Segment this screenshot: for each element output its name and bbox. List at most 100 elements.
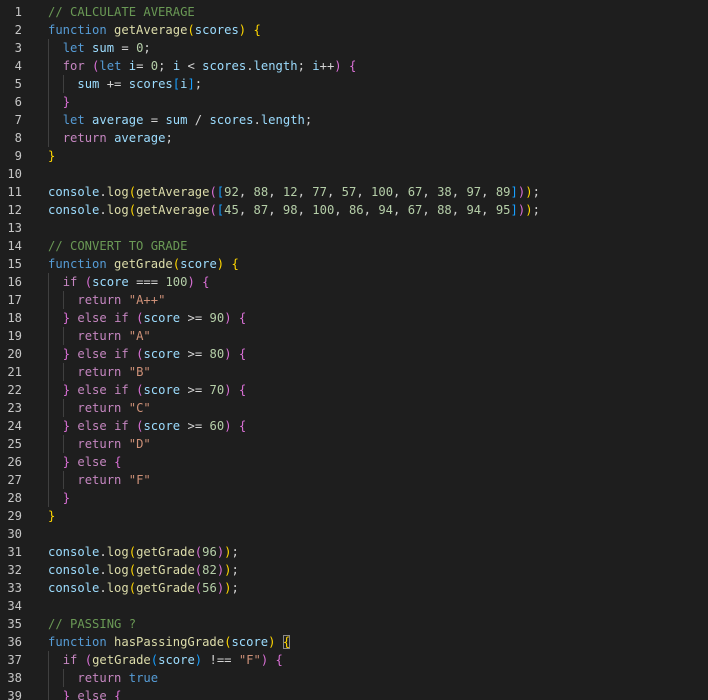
code-line[interactable]: 5 sum += scores[i]; — [0, 75, 708, 93]
number-token: 100 — [312, 203, 335, 217]
code-line[interactable]: 23 return "C" — [0, 399, 708, 417]
code-line[interactable]: 28 } — [0, 489, 708, 507]
code-text[interactable]: return true — [48, 669, 158, 687]
code-line[interactable]: 33 console.log(getGrade(56)); — [0, 579, 708, 597]
code-line[interactable]: 36 function hasPassingGrade(score) { — [0, 633, 708, 651]
code-text[interactable]: // PASSING ? — [48, 615, 136, 633]
code-line[interactable]: 30 — [0, 525, 708, 543]
code-line[interactable]: 21 return "B" — [0, 363, 708, 381]
code-line[interactable]: 20 } else if (score >= 80) { — [0, 345, 708, 363]
code-text[interactable]: } — [48, 489, 70, 507]
code-line[interactable]: 11 console.log(getAverage([92, 88, 12, 77… — [0, 183, 708, 201]
code-line[interactable]: 12 console.log(getAverage([45, 87, 98, 10… — [0, 201, 708, 219]
code-lines[interactable]: 1 // CALCULATE AVERAGE 2 function getAverag… — [0, 3, 708, 700]
code-text[interactable]: } else if (score >= 80) { — [48, 345, 247, 363]
code-text[interactable]: return "A++" — [48, 291, 165, 309]
punctuation-token — [121, 671, 128, 685]
code-text[interactable]: function hasPassingGrade(score) { — [48, 633, 291, 651]
line-number: 12 — [7, 203, 22, 217]
code-line[interactable]: 1 // CALCULATE AVERAGE — [0, 3, 708, 21]
code-line[interactable]: 37 if (getGrade(score) !== "F") { — [0, 651, 708, 669]
code-text[interactable]: function getGrade(score) { — [48, 255, 239, 273]
code-text[interactable]: console.log(getAverage([92, 88, 12, 77, … — [48, 183, 540, 201]
code-line[interactable]: 4 for (let i= 0; i < scores.length; i++)… — [0, 57, 708, 75]
code-line[interactable]: 10 — [0, 165, 708, 183]
code-text[interactable]: console.log(getAverage([45, 87, 98, 100,… — [48, 201, 540, 219]
punctuation-token: += — [99, 77, 129, 91]
code-line[interactable]: 27 return "F" — [0, 471, 708, 489]
code-line[interactable]: 39 } else { — [0, 687, 708, 700]
line-number: 32 — [7, 563, 22, 577]
punctuation-token: , — [363, 203, 379, 217]
keyword-token: let — [62, 113, 85, 127]
control-keyword-token: if — [62, 275, 78, 289]
code-line[interactable]: 25 return "D" — [0, 435, 708, 453]
code-line[interactable]: 31 console.log(getGrade(96)); — [0, 543, 708, 561]
bracket-token: ) — [334, 59, 342, 73]
code-line[interactable]: 22 } else if (score >= 70) { — [0, 381, 708, 399]
punctuation-token: >= — [180, 419, 210, 433]
code-text[interactable]: console.log(getGrade(96)); — [48, 543, 239, 561]
code-text[interactable]: } else { — [48, 453, 122, 471]
code-line[interactable]: 17 return "A++" — [0, 291, 708, 309]
punctuation-token: < — [180, 59, 203, 73]
number-token: 88 — [437, 203, 452, 217]
code-line[interactable]: 6 } — [0, 93, 708, 111]
code-text[interactable]: } — [48, 507, 55, 525]
code-line[interactable]: 9} — [0, 147, 708, 165]
code-line[interactable]: 14 // CONVERT TO GRADE — [0, 237, 708, 255]
code-line[interactable]: 3 let sum = 0; — [0, 39, 708, 57]
code-text[interactable]: return "D" — [48, 435, 150, 453]
control-keyword-token: return — [77, 365, 122, 379]
code-text[interactable]: } — [48, 147, 55, 165]
bracket-token: ( — [128, 185, 137, 199]
code-text[interactable]: return "F" — [48, 471, 150, 489]
control-keyword-token: return — [77, 401, 122, 415]
code-line[interactable]: 15 function getGrade(score) { — [0, 255, 708, 273]
code-text[interactable]: console.log(getGrade(82)); — [48, 561, 239, 579]
code-line[interactable]: 32 console.log(getGrade(82)); — [0, 561, 708, 579]
code-editor[interactable]: 1 // CALCULATE AVERAGE 2 function getAverag… — [0, 0, 708, 700]
code-text[interactable]: function getAverage(scores) { — [48, 21, 261, 39]
code-line[interactable]: 19 return "A" — [0, 327, 708, 345]
punctuation-token — [121, 329, 128, 343]
code-line[interactable]: 34 — [0, 597, 708, 615]
code-line[interactable]: 35 // PASSING ? — [0, 615, 708, 633]
code-text[interactable]: } else { — [48, 687, 122, 700]
code-line[interactable]: 8 return average; — [0, 129, 708, 147]
code-line[interactable]: 38 return true — [0, 669, 708, 687]
code-text[interactable]: return "B" — [48, 363, 150, 381]
code-text[interactable]: if (getGrade(score) !== "F") { — [48, 651, 283, 669]
code-line[interactable]: 26 } else { — [0, 453, 708, 471]
code-text[interactable]: sum += scores[i]; — [48, 75, 202, 93]
identifier-token: sum — [92, 41, 115, 55]
code-text[interactable]: } else if (score >= 70) { — [48, 381, 247, 399]
code-text[interactable]: return "A" — [48, 327, 150, 345]
code-text[interactable]: for (let i= 0; i < scores.length; i++) { — [48, 57, 357, 75]
code-line[interactable]: 7 let average = sum / scores.length; — [0, 111, 708, 129]
code-text[interactable]: // CONVERT TO GRADE — [48, 237, 187, 255]
code-text[interactable]: } else if (score >= 60) { — [48, 417, 247, 435]
line-number: 15 — [7, 257, 22, 271]
code-line[interactable]: 29} — [0, 507, 708, 525]
code-line[interactable]: 13 — [0, 219, 708, 237]
code-text[interactable]: if (score === 100) { — [48, 273, 210, 291]
code-text[interactable]: return "C" — [48, 399, 150, 417]
code-line[interactable]: 2 function getAverage(scores) { — [0, 21, 708, 39]
code-text[interactable]: return average; — [48, 129, 173, 147]
punctuation-token — [48, 131, 63, 145]
code-line[interactable]: 16 if (score === 100) { — [0, 273, 708, 291]
number-token: 70 — [209, 383, 225, 397]
code-text[interactable]: } else if (score >= 90) { — [48, 309, 247, 327]
punctuation-token — [121, 401, 128, 415]
code-text[interactable]: } — [48, 93, 70, 111]
code-text[interactable]: console.log(getGrade(56)); — [48, 579, 239, 597]
code-line[interactable]: 24 } else if (score >= 60) { — [0, 417, 708, 435]
punctuation-token — [107, 383, 114, 397]
code-line[interactable]: 18 } else if (score >= 90) { — [0, 309, 708, 327]
punctuation-token: , — [451, 185, 467, 199]
identifier-token: average — [92, 113, 144, 127]
code-text[interactable]: // CALCULATE AVERAGE — [48, 3, 195, 21]
code-text[interactable]: let sum = 0; — [48, 39, 151, 57]
code-text[interactable]: let average = sum / scores.length; — [48, 111, 313, 129]
